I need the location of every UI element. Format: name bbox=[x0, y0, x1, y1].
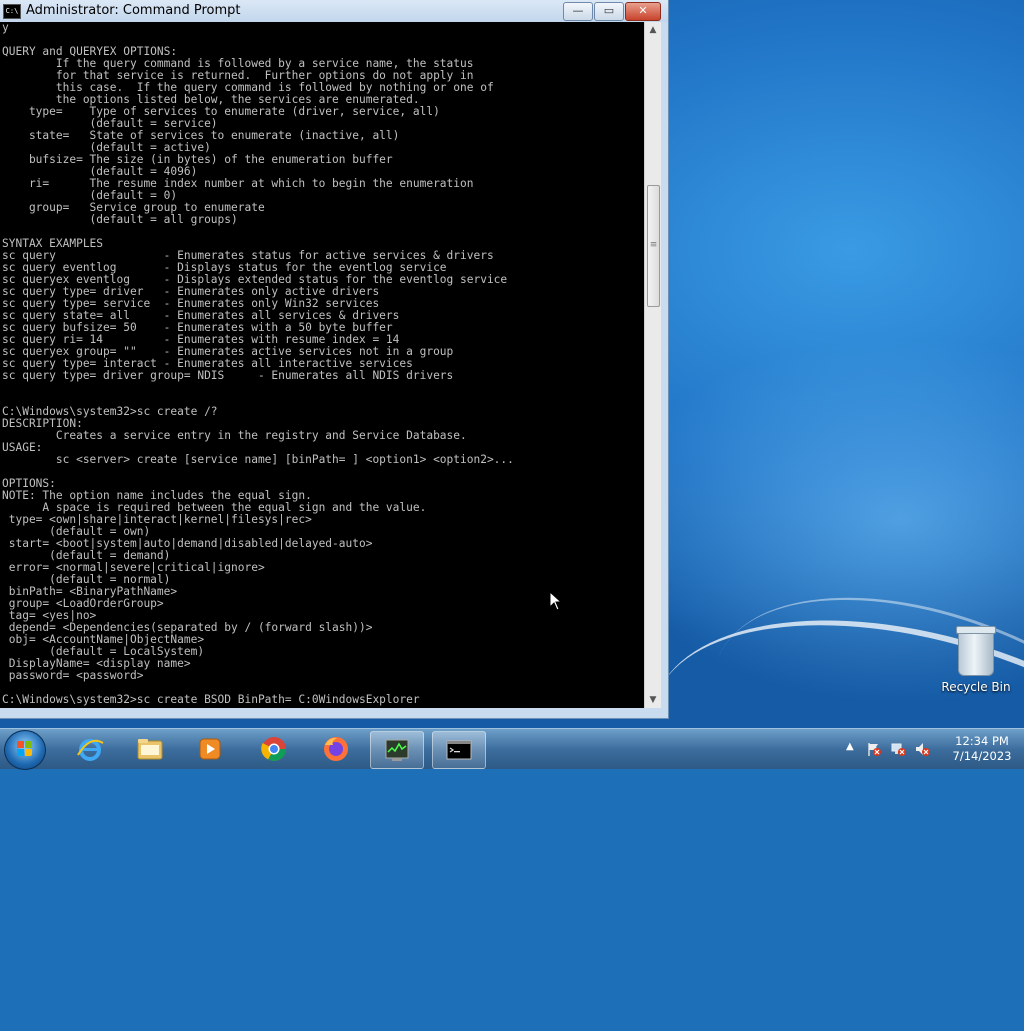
vertical-scrollbar[interactable]: ▲ ≡ ▼ bbox=[644, 22, 661, 708]
close-button[interactable]: ✕ bbox=[625, 2, 661, 21]
console-line: (default = all groups) bbox=[89, 213, 238, 226]
console-line: password= <password> bbox=[8, 669, 144, 682]
cmd-icon: C:\ bbox=[3, 4, 21, 19]
window-bottom-border bbox=[0, 708, 668, 718]
taskbar-command-prompt[interactable] bbox=[432, 731, 486, 769]
volume-muted-icon[interactable] bbox=[914, 741, 930, 757]
chrome-icon bbox=[261, 737, 286, 762]
taskbar-firefox[interactable] bbox=[310, 731, 362, 767]
taskbar-chrome[interactable] bbox=[248, 731, 300, 767]
taskbar-media-player[interactable] bbox=[184, 731, 236, 767]
taskbar-file-explorer[interactable] bbox=[124, 731, 176, 767]
command-prompt-icon bbox=[446, 740, 472, 760]
network-icon[interactable] bbox=[890, 741, 906, 757]
windows-logo-icon bbox=[17, 741, 33, 757]
task-manager-icon bbox=[385, 739, 409, 761]
folder-icon bbox=[137, 739, 163, 760]
title-bar[interactable]: C:\ Administrator: Command Prompt — ▭ ✕ bbox=[0, 0, 668, 22]
console-output[interactable]: y QUERY and QUERYEX OPTIONS: If the quer… bbox=[0, 22, 644, 708]
console-line: y bbox=[2, 22, 9, 34]
console-text: y QUERY and QUERYEX OPTIONS: If the quer… bbox=[0, 22, 644, 706]
taskbar-task-window[interactable] bbox=[370, 731, 424, 769]
system-tray: ▲ 12:34 PM 7/14/2023 bbox=[840, 729, 1024, 769]
maximize-button[interactable]: ▭ bbox=[594, 2, 624, 21]
taskbar-clock[interactable]: 12:34 PM 7/14/2023 bbox=[944, 734, 1020, 764]
media-player-icon bbox=[199, 738, 221, 760]
start-button[interactable] bbox=[4, 730, 46, 770]
firefox-icon bbox=[324, 737, 348, 761]
taskbar-internet-explorer[interactable] bbox=[64, 731, 116, 767]
internet-explorer-icon bbox=[77, 739, 104, 761]
console-line: sc query type= driver group= NDIS - Enum… bbox=[2, 369, 454, 382]
console-line: sc <server> create [service name] [binPa… bbox=[55, 453, 514, 466]
recycle-bin-label: Recycle Bin bbox=[941, 680, 1011, 694]
minimize-button[interactable]: — bbox=[563, 2, 593, 21]
scroll-up-arrow-icon[interactable]: ▲ bbox=[645, 22, 661, 38]
console-line: C:\Windows\system32>sc create BSOD BinPa… bbox=[2, 693, 420, 706]
command-prompt-window[interactable]: C:\ Administrator: Command Prompt — ▭ ✕ … bbox=[0, 0, 669, 719]
grip-icon: ≡ bbox=[649, 240, 658, 250]
window-title: Administrator: Command Prompt bbox=[26, 3, 241, 18]
taskbar: ▲ 12:34 PM 7/14/2023 bbox=[0, 728, 1024, 770]
scroll-down-arrow-icon[interactable]: ▼ bbox=[645, 692, 661, 708]
action-center-flag-icon[interactable] bbox=[866, 741, 882, 757]
scroll-thumb[interactable]: ≡ bbox=[647, 185, 660, 307]
show-hidden-icons-icon[interactable]: ▲ bbox=[846, 741, 854, 752]
recycle-bin[interactable]: Recycle Bin bbox=[938, 626, 1014, 694]
console-line: Creates a service entry in the registry … bbox=[55, 429, 467, 442]
clock-time: 12:34 PM bbox=[955, 734, 1009, 748]
clock-date: 7/14/2023 bbox=[952, 749, 1012, 763]
recycle-bin-icon[interactable] bbox=[956, 626, 996, 676]
